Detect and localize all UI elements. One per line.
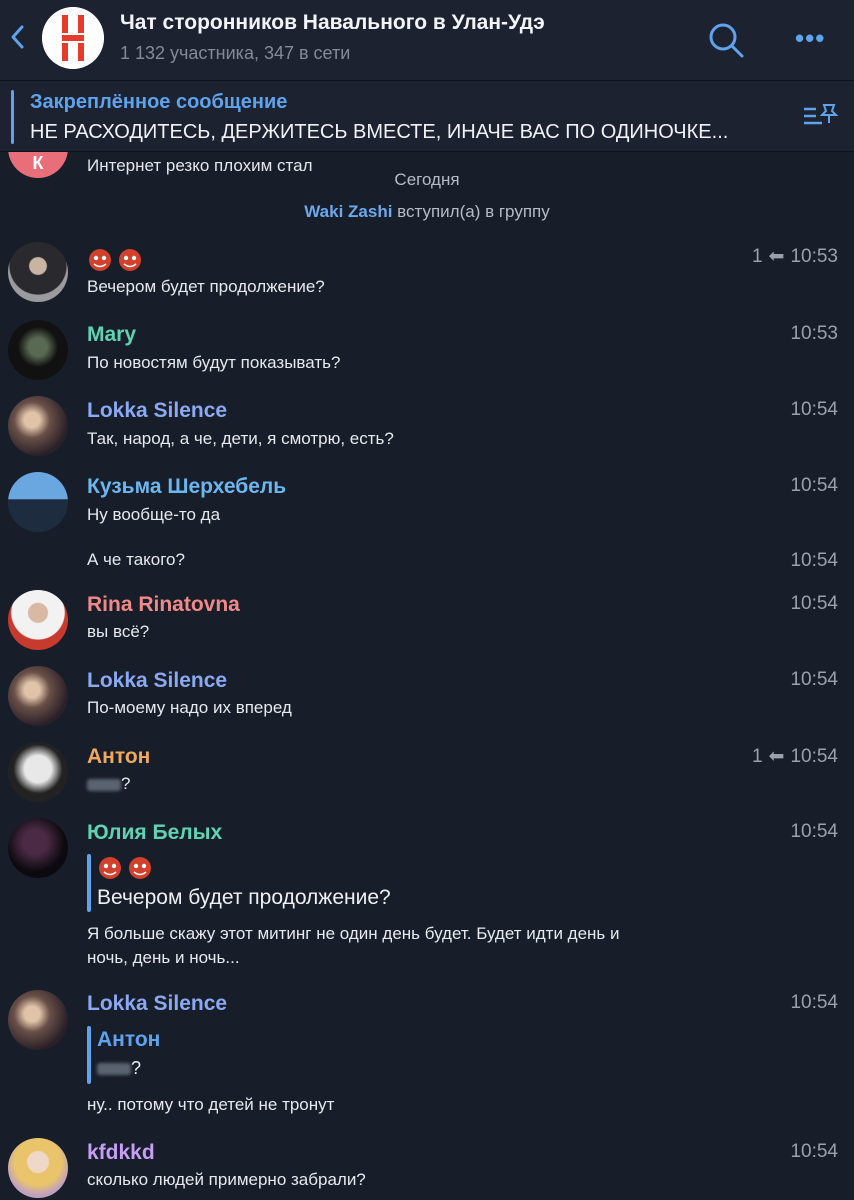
join-action: вступил(а) в группу (397, 202, 550, 221)
sender-name[interactable]: kfdkkd (87, 1141, 155, 1165)
sender-name[interactable]: Lokka Silence (87, 669, 227, 693)
avatar[interactable] (8, 320, 68, 380)
message-text: ночь, день и ночь... (87, 948, 240, 967)
reply-arrow-icon[interactable]: ⬅ (769, 246, 785, 267)
sender-name[interactable]: Mary (87, 323, 136, 347)
message-time: 10:54 (790, 1141, 838, 1162)
quote-bar (87, 854, 91, 912)
time-label: 10:53 (790, 246, 838, 267)
message-list[interactable]: К Интернет резко плохим стал Сегодня Wak… (0, 152, 854, 1200)
avatar[interactable] (8, 818, 68, 878)
sender-name[interactable]: Lokka Silence (87, 992, 227, 1016)
message-time: 10:54 (790, 475, 838, 496)
message-time: 10:54 (790, 593, 838, 614)
message-text: А че такого? (87, 550, 185, 569)
devil-emoji-icon (99, 857, 151, 879)
blurred-text (97, 1063, 131, 1076)
join-user[interactable]: Waki Zashi (304, 202, 392, 221)
message-time: 10:54 (790, 821, 838, 842)
message-text: Я больше скажу этот митинг не один день … (87, 924, 620, 943)
message-text: ну.. потому что детей не тронут (87, 1095, 335, 1114)
message-text: сколько людей примерно забрали? (87, 1170, 366, 1189)
avatar[interactable] (8, 396, 68, 456)
message-text: Вечером будет продолжение? (87, 277, 325, 296)
pinned-message-bar[interactable]: Закреплённое сообщение НЕ РАСХОДИТЕСЬ, Д… (0, 81, 854, 151)
time-label: 10:54 (790, 746, 838, 767)
message-time: 10:54 (790, 669, 838, 690)
sender-name[interactable]: Антон (87, 745, 150, 769)
avatar[interactable] (8, 666, 68, 726)
message-time: 10:54 (790, 550, 838, 571)
chat-member-count: 1 132 участника, 347 в сети (120, 43, 351, 63)
message-text: ? (87, 774, 130, 794)
avatar[interactable] (8, 1138, 68, 1198)
quote-bar (87, 1026, 91, 1084)
avatar[interactable] (8, 990, 68, 1050)
message-text: вы всё? (87, 622, 150, 641)
message-text-visible: ? (121, 774, 131, 793)
date-divider: Сегодня (394, 170, 460, 189)
avatar[interactable] (8, 472, 68, 532)
reply-count[interactable]: 1 (752, 746, 763, 767)
sender-name[interactable]: Rina Rinatovna (87, 593, 240, 617)
pinned-label: Закреплённое сообщение (30, 91, 288, 113)
quoted-text[interactable]: ? (97, 1058, 141, 1079)
message-text: По новостям будут показывать? (87, 353, 341, 372)
reply-arrow-icon[interactable]: ⬅ (769, 746, 785, 767)
pinned-accent-bar (11, 90, 14, 144)
avatar[interactable] (8, 242, 68, 302)
message-time: 1 ⬅ 10:54 (752, 745, 838, 768)
search-icon[interactable] (706, 20, 746, 60)
message-text: Так, народ, а че, дети, я смотрю, есть? (87, 429, 394, 448)
quoted-text-visible: ? (131, 1058, 142, 1078)
avatar[interactable] (8, 742, 68, 802)
chat-title[interactable]: Чат сторонников Навального в Улан-Удэ (120, 11, 545, 35)
quoted-text[interactable]: Вечером будет продолжение? (97, 886, 391, 910)
more-options-icon[interactable]: ••• (795, 25, 835, 51)
quoted-author[interactable]: Антон (97, 1028, 160, 1052)
sender-name[interactable]: Кузьма Шерхебель (87, 475, 286, 499)
message-time: 10:54 (790, 399, 838, 420)
sender-name[interactable]: Юлия Белых (87, 821, 222, 845)
navalny-logo-icon (42, 7, 104, 69)
reply-count[interactable]: 1 (752, 246, 763, 267)
chat-avatar[interactable] (42, 7, 104, 69)
avatar[interactable] (8, 590, 68, 650)
devil-emoji-icon (89, 249, 141, 271)
pinned-text: НЕ РАСХОДИТЕСЬ, ДЕРЖИТЕСЬ ВМЕСТЕ, ИНАЧЕ … (30, 121, 729, 143)
message-time: 10:53 (790, 323, 838, 344)
message-time: 10:54 (790, 992, 838, 1013)
message-text: Ну вообще-то да (87, 505, 221, 524)
message-text: По-моему надо их вперед (87, 698, 292, 717)
message-time: 1 ⬅ 10:53 (752, 245, 838, 268)
back-arrow-icon[interactable] (6, 22, 30, 52)
pinned-list-icon[interactable] (800, 99, 840, 131)
sender-name[interactable]: Lokka Silence (87, 399, 227, 423)
blurred-text (87, 778, 121, 791)
join-event: Waki Zashi вступил(а) в группу (0, 202, 854, 222)
chat-header: Чат сторонников Навального в Улан-Удэ 1 … (0, 0, 854, 80)
